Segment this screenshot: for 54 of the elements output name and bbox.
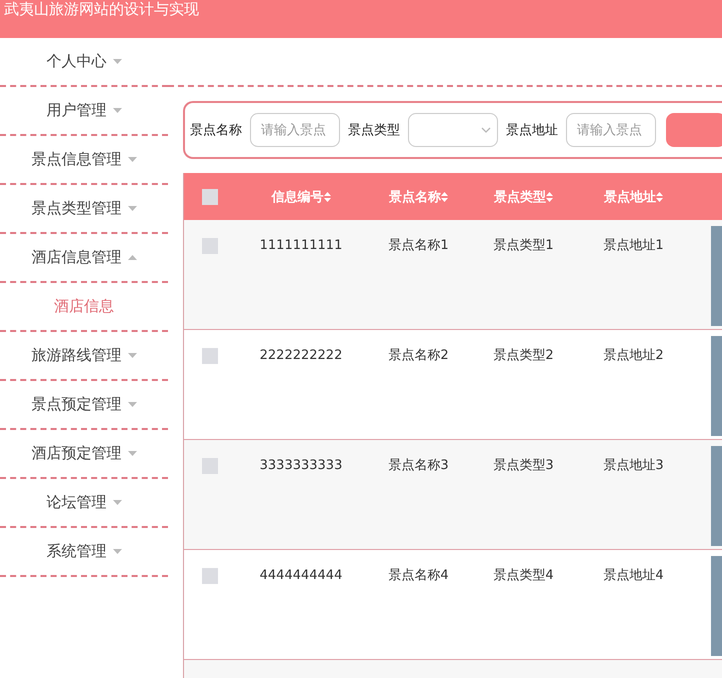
caret-icon: [112, 108, 122, 113]
row-checkbox[interactable]: [202, 568, 218, 584]
search-button[interactable]: [666, 113, 722, 147]
table-cell-text: 景点地址1: [602, 238, 665, 254]
sidebar-item[interactable]: 景点预定管理: [0, 381, 168, 430]
table-cell-text: 景点类型3: [492, 458, 555, 474]
sidebar-item[interactable]: 用户管理: [0, 87, 168, 136]
sidebar-item[interactable]: 酒店预定管理: [0, 430, 168, 479]
table-cell-text: 景点名称4: [387, 568, 450, 584]
search-input[interactable]: 请输入景点: [250, 113, 340, 147]
caret-icon: [128, 255, 136, 260]
sort-icon: [656, 192, 663, 202]
row-checkbox[interactable]: [202, 458, 218, 474]
table-cell-text: 4444444444: [258, 568, 344, 584]
sort-icon: [546, 192, 553, 202]
sidebar-item[interactable]: 景点信息管理: [0, 136, 168, 185]
site-title: 武夷山旅游网站的设计与实现: [4, 0, 199, 18]
table-cell-text: 景点地址2: [602, 348, 665, 364]
caret-icon: [128, 157, 136, 162]
chevron-down-icon: [481, 127, 491, 133]
field-label: 景点类型: [348, 122, 400, 139]
table-cell-text: 景点名称1: [387, 238, 450, 254]
table-cell-text: 1111111111: [258, 238, 344, 254]
row-checkbox[interactable]: [202, 238, 218, 254]
sidebar-item[interactable]: 旅游路线管理: [0, 332, 168, 381]
sort-icon: [441, 192, 448, 202]
table-cell-text: 景点类型1: [492, 238, 555, 254]
sidebar-item[interactable]: 个人中心: [0, 38, 168, 87]
sidebar-item[interactable]: 论坛管理: [0, 479, 168, 528]
caret-icon: [112, 549, 122, 554]
table-cell-text: 景点类型2: [492, 348, 555, 364]
row-checkbox[interactable]: [202, 348, 218, 364]
sidebar-item[interactable]: 酒店信息管理: [0, 234, 168, 283]
search-input[interactable]: 请输入景点: [566, 113, 656, 147]
table-cell-text: 景点名称3: [387, 458, 450, 474]
sidebar-item[interactable]: 景点类型管理: [0, 185, 168, 234]
table-cell-text: 景点地址3: [602, 458, 665, 474]
caret-icon: [128, 353, 136, 358]
field-label: 景点名称: [190, 122, 242, 139]
caret-icon: [112, 59, 122, 64]
sort-icon: [324, 192, 330, 202]
caret-icon: [112, 500, 122, 505]
select-all-checkbox[interactable]: [202, 188, 218, 204]
table-cell-text: 2222222222: [258, 348, 344, 364]
type-select[interactable]: [408, 113, 498, 147]
caret-icon: [128, 451, 136, 456]
table-cell-text: 3333333333: [258, 458, 344, 474]
table-cell-text: 景点类型4: [492, 568, 555, 584]
field-label: 景点地址: [506, 122, 558, 139]
caret-icon: [128, 402, 136, 407]
caret-icon: [128, 206, 136, 211]
table-cell-text: 景点名称2: [387, 348, 450, 364]
table-cell-text: 景点地址4: [602, 568, 665, 584]
sidebar-item[interactable]: 系统管理: [0, 528, 168, 577]
